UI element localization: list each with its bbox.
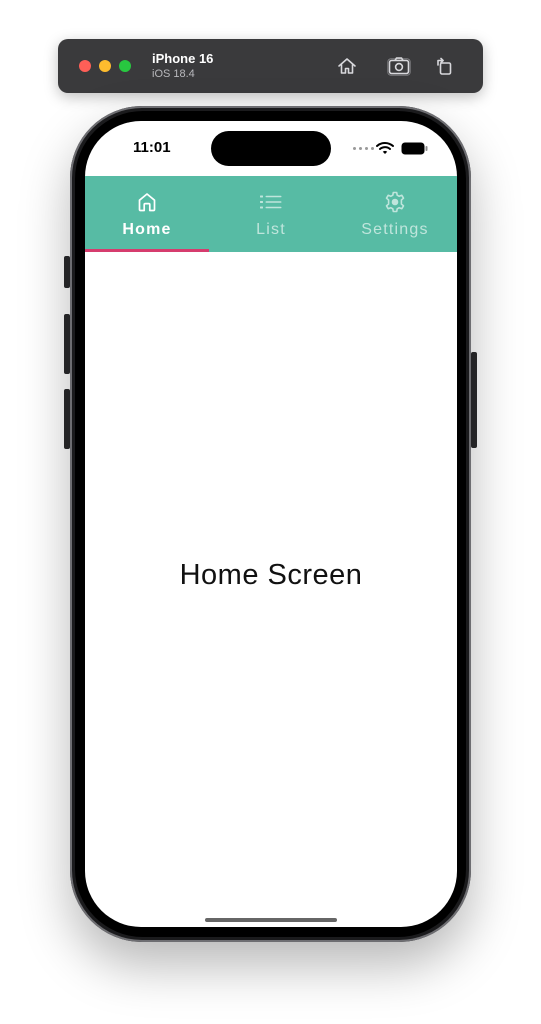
os-version: iOS 18.4: [152, 68, 195, 80]
tab-settings-label: Settings: [361, 221, 429, 238]
device-name: iPhone 16: [152, 51, 214, 66]
dynamic-island: [211, 131, 331, 166]
tab-home-label: Home: [122, 221, 172, 238]
signal-icon: [353, 147, 374, 150]
tab-list[interactable]: List: [209, 176, 333, 252]
screenshot-icon: [387, 57, 411, 76]
home-indicator[interactable]: [205, 918, 337, 922]
side-button: [471, 352, 477, 448]
zoom-window-button[interactable]: [119, 60, 131, 72]
screenshot-button[interactable]: [386, 53, 412, 79]
gear-icon: [385, 191, 405, 213]
simulator-window: iPhone 16 iOS 18.4 11:01 Home List Setti…: [0, 0, 541, 1024]
status-time: 11:01: [133, 139, 171, 156]
wifi-icon: [376, 142, 394, 154]
minimize-window-button[interactable]: [99, 60, 111, 72]
home-screen-text: Home Screen: [179, 559, 363, 591]
list-icon: [260, 195, 282, 209]
simulator-toolbar: iPhone 16 iOS 18.4: [58, 39, 483, 93]
rotate-button[interactable]: [432, 53, 458, 79]
close-window-button[interactable]: [79, 60, 91, 72]
tab-home[interactable]: Home: [85, 176, 209, 252]
tab-settings[interactable]: Settings: [333, 176, 457, 252]
home-button[interactable]: [334, 53, 360, 79]
active-tab-indicator: [85, 249, 209, 252]
battery-icon: [401, 142, 428, 155]
phone-screen: 11:01 Home List Settings Home Screen: [85, 121, 457, 927]
tab-list-label: List: [256, 221, 286, 238]
home-icon: [138, 193, 156, 212]
top-tab-bar: Home List Settings: [85, 176, 457, 252]
home-icon: [338, 58, 356, 74]
rotate-icon: [437, 57, 452, 75]
